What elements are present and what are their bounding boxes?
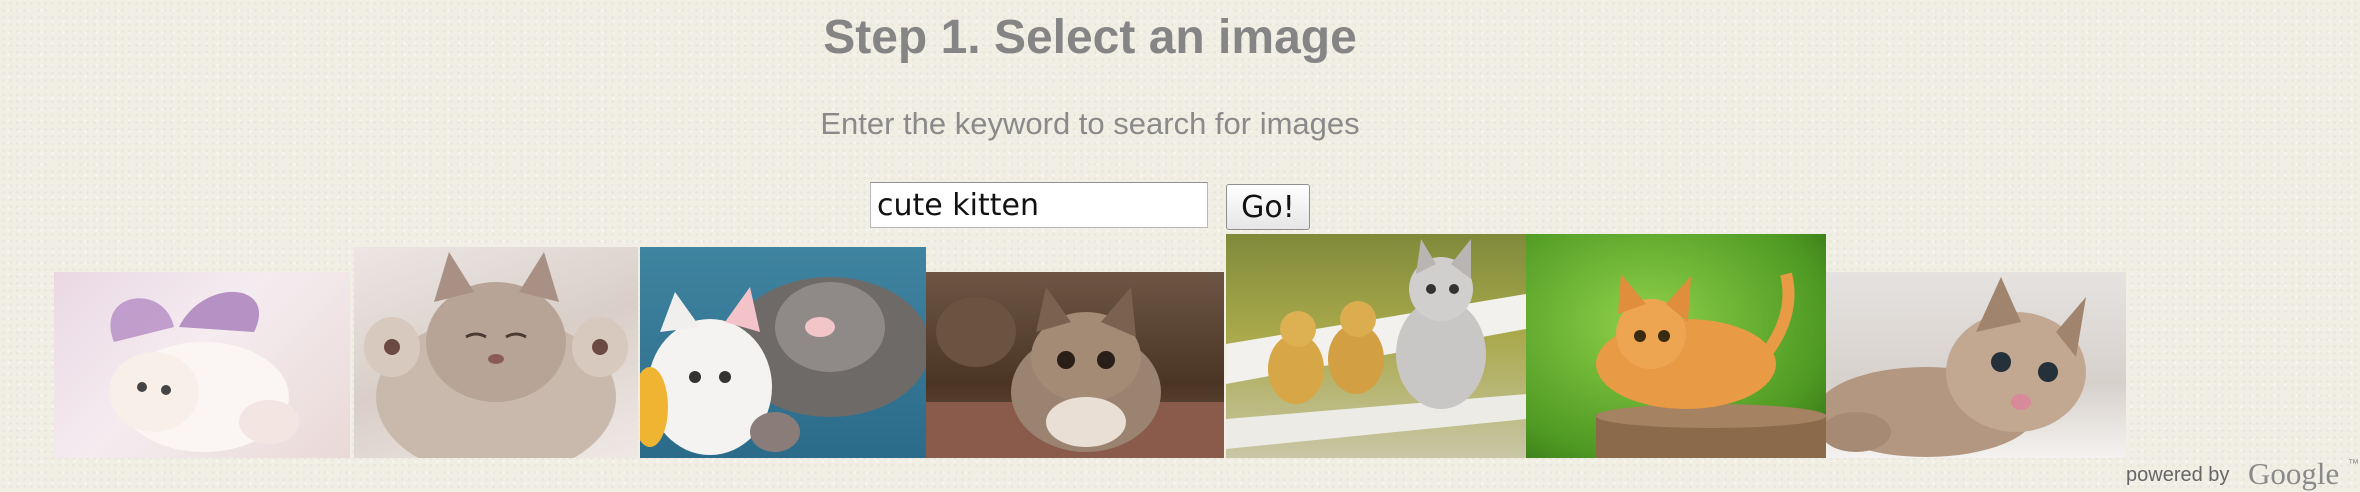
search-input[interactable] xyxy=(870,182,1208,228)
google-logo: Google xyxy=(2248,456,2340,491)
result-thumbnail-6[interactable] xyxy=(1526,234,1826,458)
tabby-kitten-lying-down-image xyxy=(1826,277,2086,457)
tabby-kitten-on-rug-image xyxy=(926,287,1224,458)
search-instructions: Enter the keyword to search for images xyxy=(820,106,1360,141)
page-title: Step 1. Select an image xyxy=(823,11,1357,64)
powered-by-label: powered by xyxy=(2126,464,2230,486)
kitten-with-butterfly-wings-image xyxy=(109,291,299,452)
kitten-sleeping-paws-up-image xyxy=(364,252,628,458)
trademark-symbol: ™ xyxy=(2348,458,2359,470)
result-thumbnail-4[interactable] xyxy=(926,272,1224,458)
ginger-kitten-on-stump-image xyxy=(1596,272,1826,458)
result-thumbnail-7[interactable] xyxy=(1826,272,2126,458)
result-thumbnail-5[interactable] xyxy=(1226,234,1526,458)
result-thumbnail-3[interactable] xyxy=(640,247,926,458)
go-button[interactable]: Go! xyxy=(1226,184,1310,230)
kitten-with-ducklings-on-bench-image xyxy=(1226,239,1526,449)
powered-by-google: powered by Google ™ xyxy=(2126,456,2359,491)
result-thumbnail-1[interactable] xyxy=(54,272,350,458)
kitten-with-plush-toy-image xyxy=(640,277,926,455)
result-thumbnail-2[interactable] xyxy=(354,247,638,458)
